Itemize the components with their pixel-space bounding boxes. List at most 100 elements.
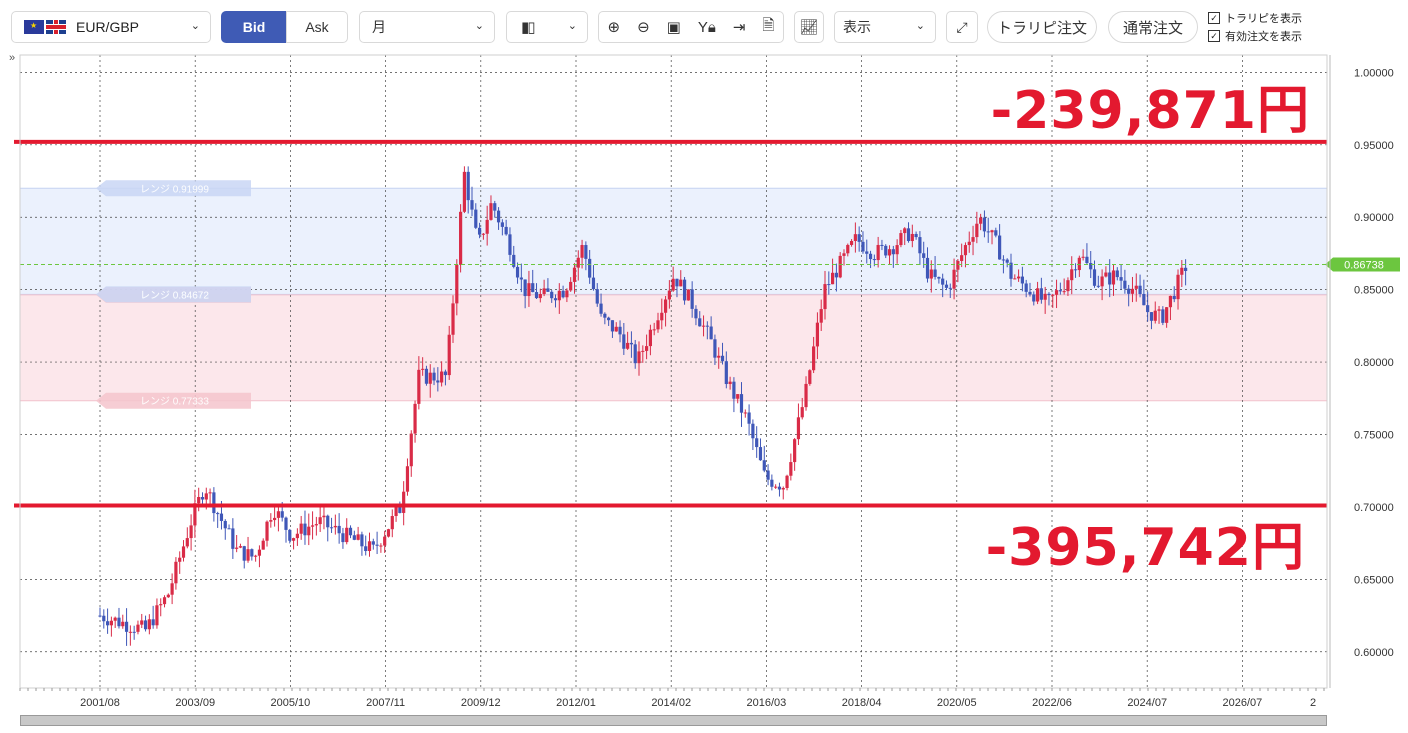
- candle-body: [1176, 274, 1180, 300]
- candle-body: [569, 281, 573, 291]
- candle-body: [994, 230, 998, 236]
- candle-body: [1161, 309, 1165, 323]
- candle-body: [367, 541, 372, 552]
- candle-body: [1138, 285, 1142, 294]
- candle-body: [758, 447, 763, 461]
- candle-body: [1009, 262, 1013, 279]
- candle-body: [508, 234, 512, 255]
- candle-body: [785, 475, 789, 488]
- candle-body: [394, 507, 398, 517]
- candle-body: [865, 251, 869, 254]
- candle-body: [417, 369, 421, 404]
- candle-body: [732, 381, 736, 399]
- candle-body: [808, 370, 812, 384]
- candle-body: [1013, 278, 1017, 280]
- bottom-loss-annotation: -395,742円: [986, 518, 1305, 578]
- candle-body: [952, 269, 956, 289]
- candle-body: [466, 171, 470, 201]
- candle-body: [440, 371, 444, 383]
- candle-body: [477, 227, 482, 235]
- candle-body: [724, 361, 728, 385]
- candle-body: [736, 394, 740, 399]
- candle-body: [386, 529, 391, 537]
- candle-body: [937, 276, 941, 279]
- candle-body: [531, 283, 535, 293]
- candle-body: [595, 289, 599, 304]
- candle-body: [291, 538, 296, 541]
- candle-body: [584, 245, 588, 259]
- candle-body: [929, 269, 933, 279]
- candle-body: [660, 312, 664, 321]
- candle-body: [189, 525, 193, 539]
- candle-body: [914, 233, 918, 238]
- candle-body: [895, 245, 899, 255]
- candle-body: [861, 241, 865, 252]
- candle-body: [774, 486, 778, 488]
- candle-body: [178, 557, 182, 562]
- candle-body: [208, 492, 212, 494]
- candle-body: [626, 342, 630, 349]
- candle-body: [910, 233, 914, 242]
- x-tick-label: 2016/03: [747, 697, 787, 709]
- candle-body: [891, 249, 895, 255]
- candle-body: [599, 303, 603, 314]
- candle-body: [356, 534, 360, 540]
- candle-body: [1085, 256, 1089, 264]
- candle-body: [998, 235, 1002, 260]
- candle-body: [235, 547, 239, 549]
- candle-body: [1028, 291, 1032, 295]
- candle-body: [1092, 269, 1097, 286]
- candle-body: [603, 313, 607, 318]
- candle-body: [455, 264, 459, 304]
- candle-body: [1070, 269, 1074, 281]
- candle-body: [379, 545, 383, 547]
- candle-body: [140, 620, 144, 625]
- candle-body: [652, 329, 656, 331]
- candle-body: [834, 272, 838, 278]
- candle-body: [534, 292, 539, 299]
- x-tick-label: 2005/10: [271, 697, 311, 709]
- candle-body: [580, 245, 584, 258]
- candle-body: [960, 255, 964, 261]
- candle-body: [641, 350, 645, 352]
- candle-body: [1146, 305, 1150, 313]
- candle-body: [610, 320, 615, 332]
- candle-body: [451, 303, 455, 335]
- candle-body: [1020, 276, 1024, 284]
- candle-body: [371, 541, 375, 545]
- candle-body: [675, 278, 679, 287]
- price-chart[interactable]: 0.86738 1.00000 0.95000 0.90000 0.85000 0.80…: [0, 0, 1408, 733]
- candle-body: [485, 219, 489, 234]
- candle-body: [105, 621, 110, 626]
- candle-body: [572, 267, 577, 282]
- candle-body: [273, 517, 277, 521]
- candle-body: [648, 329, 652, 347]
- candle-body: [793, 439, 797, 463]
- candle-body: [903, 228, 907, 234]
- horizontal-scrollbar[interactable]: [20, 715, 1327, 726]
- candle-body: [200, 497, 205, 500]
- current-price-label: 0.86738: [1344, 259, 1384, 271]
- candle-body: [1039, 288, 1043, 300]
- candle-body: [743, 412, 747, 414]
- candle-body: [698, 318, 702, 327]
- candle-body: [519, 277, 523, 280]
- candle-body: [762, 460, 766, 471]
- candle-body: [326, 515, 330, 528]
- candle-body: [823, 284, 827, 310]
- range-label: レンジ 0.91999: [140, 184, 209, 195]
- candle-body: [986, 231, 990, 233]
- candle-body: [777, 486, 782, 490]
- candle-body: [944, 284, 949, 288]
- candle-body: [254, 555, 258, 557]
- candle-body: [276, 511, 281, 518]
- candle-body: [849, 240, 854, 245]
- candle-body: [720, 355, 725, 362]
- candle-body: [238, 546, 243, 548]
- candle-body: [838, 255, 842, 278]
- candle-body: [713, 339, 717, 358]
- candle-body: [933, 269, 937, 277]
- candle-body: [789, 462, 793, 476]
- candle-body: [645, 346, 649, 351]
- candle-body: [975, 223, 979, 238]
